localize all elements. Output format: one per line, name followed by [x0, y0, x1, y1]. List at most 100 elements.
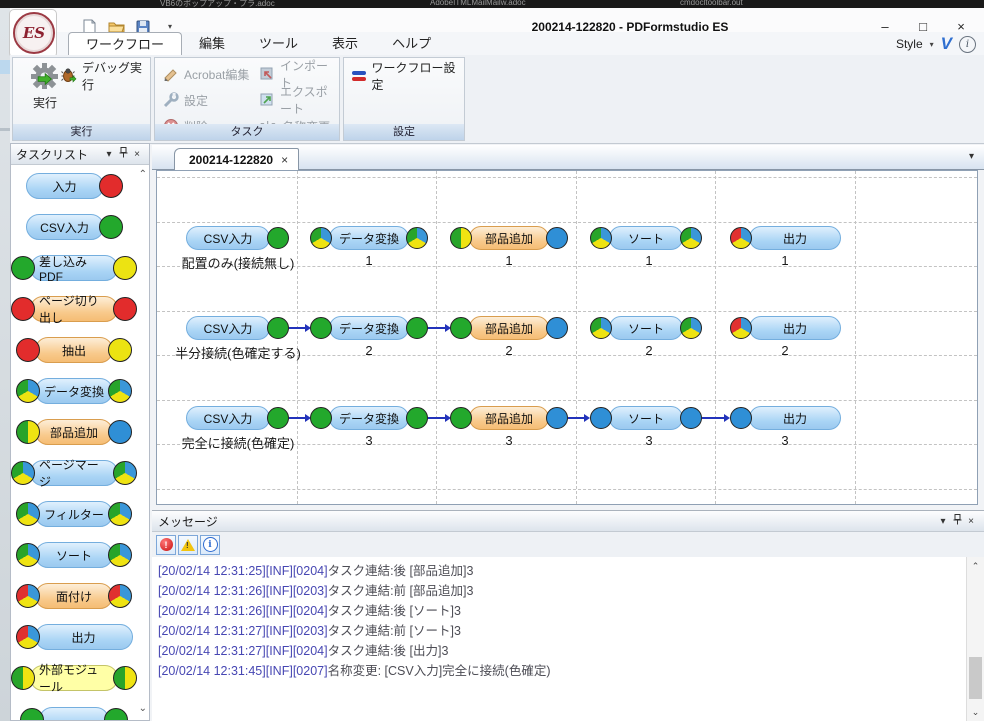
connection-arrow[interactable] — [568, 417, 584, 419]
tab-edit[interactable]: 編集 — [182, 32, 242, 55]
task-item-add-parts[interactable]: 部品追加 — [11, 418, 137, 446]
scrollbar-thumb[interactable] — [969, 657, 982, 699]
import-button[interactable]: インポート — [259, 64, 339, 84]
task-item-page-extract[interactable]: ページ切り出し — [11, 295, 137, 323]
filter-info-button[interactable]: i — [200, 535, 220, 555]
connector-in-icon[interactable] — [730, 407, 752, 429]
task-item-output[interactable]: 出力 — [11, 623, 137, 651]
task-item-page-merge[interactable]: ページマージ — [11, 459, 137, 487]
pin-icon[interactable] — [950, 514, 964, 528]
debug-run-button[interactable]: デバッグ実行 — [61, 66, 150, 86]
connector-in-icon[interactable] — [450, 227, 472, 249]
connector-in-icon[interactable] — [450, 407, 472, 429]
scroll-up-icon[interactable]: ⌃ — [967, 561, 984, 572]
workflow-node-add-parts[interactable]: 部品追加 1 — [450, 226, 568, 250]
workflow-settings-icon — [352, 71, 366, 81]
style-caret-icon[interactable]: ▾ — [930, 40, 934, 49]
connection-arrow[interactable] — [289, 417, 305, 419]
connector-in-icon[interactable] — [310, 227, 332, 249]
connector-out-icon[interactable] — [680, 317, 702, 339]
scroll-down-icon[interactable]: ⌄ — [139, 703, 147, 714]
filter-errors-button[interactable]: ! — [156, 535, 176, 555]
connector-icon — [16, 379, 40, 403]
workflow-node-csv-input[interactable]: CSV入力 完全に接続(色確定) — [186, 406, 289, 430]
workflow-node-output[interactable]: 出力 1 — [730, 226, 841, 250]
task-item-mail-merge-pdf[interactable]: 差し込みPDF — [11, 254, 137, 282]
workflow-node-data-convert[interactable]: データ変換 1 — [310, 226, 428, 250]
tab-help[interactable]: ヘルプ — [375, 32, 448, 55]
task-item-external-module[interactable]: 外部モジュール — [11, 664, 137, 692]
close-icon[interactable]: × — [130, 149, 144, 160]
workflow-node-csv-input[interactable]: CSV入力 半分接続(色確定する) — [186, 316, 289, 340]
connector-out-icon[interactable] — [546, 227, 568, 249]
connector-out-icon[interactable] — [406, 227, 428, 249]
export-button[interactable]: エクスポート — [259, 90, 339, 110]
acrobat-edit-button[interactable]: Acrobat編集 — [163, 64, 249, 84]
workflow-node-sort[interactable]: ソート 1 — [590, 226, 702, 250]
message-log[interactable]: [20/02/14 12:31:25][INF][0204]タスク連結:後 [部… — [152, 557, 966, 721]
tab-close-icon[interactable]: × — [281, 153, 288, 167]
connection-arrow[interactable] — [428, 417, 445, 419]
task-item-imposition[interactable]: 面付け — [11, 582, 137, 610]
connector-in-icon[interactable] — [730, 227, 752, 249]
chevron-down-icon[interactable]: ▾ — [102, 149, 116, 160]
connector-in-icon[interactable] — [310, 407, 332, 429]
connector-out-icon[interactable] — [680, 407, 702, 429]
task-item-data-convert[interactable]: データ変換 — [11, 377, 137, 405]
connector-in-icon[interactable] — [590, 407, 612, 429]
debug-run-label: デバッグ実行 — [82, 59, 150, 93]
task-item-extract[interactable]: 抽出 — [11, 336, 137, 364]
connector-in-icon[interactable] — [310, 317, 332, 339]
workflow-settings-button[interactable]: ワークフロー設定 — [352, 66, 464, 86]
workflow-node-csv-input[interactable]: CSV入力 配置のみ(接続無し) — [186, 226, 289, 250]
chevron-down-icon[interactable]: ▾ — [936, 516, 950, 527]
connector-in-icon[interactable] — [590, 227, 612, 249]
connector-out-icon[interactable] — [406, 317, 428, 339]
workflow-canvas[interactable]: CSV入力 配置のみ(接続無し) データ変換 1 部品追加 1 ソート 1 出力… — [156, 170, 978, 505]
background-tab-label: cmdocltoolbar.out — [680, 0, 743, 7]
workflow-node-add-parts[interactable]: 部品追加 3 — [450, 406, 568, 430]
connector-out-icon[interactable] — [546, 317, 568, 339]
workflow-node-data-convert[interactable]: データ変換 2 — [310, 316, 428, 340]
tab-tools[interactable]: ツール — [242, 32, 315, 55]
connection-arrow[interactable] — [428, 327, 445, 329]
task-item-input[interactable]: 入力 — [11, 172, 137, 200]
task-pill: 出力 — [35, 624, 133, 650]
connector-in-icon[interactable] — [730, 317, 752, 339]
app-logo[interactable]: ES — [13, 12, 55, 54]
info-icon[interactable]: i — [959, 36, 976, 53]
scroll-down-icon[interactable]: ⌄ — [967, 707, 984, 718]
tab-workflow[interactable]: ワークフロー — [68, 32, 182, 55]
connector-in-icon[interactable] — [590, 317, 612, 339]
pin-icon[interactable] — [116, 147, 130, 161]
document-tab[interactable]: 200214-122820 × — [174, 148, 299, 171]
task-item-sort[interactable]: ソート — [11, 541, 137, 569]
task-settings-button[interactable]: 設定 — [163, 90, 208, 110]
workflow-node-sort[interactable]: ソート 2 — [590, 316, 702, 340]
scroll-up-icon[interactable]: ⌃ — [139, 169, 147, 180]
tab-list-dropdown-icon[interactable]: ▾ — [969, 151, 974, 162]
close-icon[interactable]: × — [964, 516, 978, 527]
ribbon-group-run: 実行 デバッグ実行 実行 — [12, 57, 151, 141]
workflow-node-sort[interactable]: ソート 3 — [590, 406, 702, 430]
connector-out-icon[interactable] — [406, 407, 428, 429]
task-item-partial[interactable] — [11, 706, 137, 720]
connection-arrow[interactable] — [289, 327, 305, 329]
task-item-filter[interactable]: フィルター — [11, 500, 137, 528]
connector-out-icon[interactable] — [546, 407, 568, 429]
task-item-csv-input[interactable]: CSV入力 — [11, 213, 137, 241]
tab-view[interactable]: 表示 — [315, 32, 375, 55]
message-scrollbar[interactable]: ⌃ ⌄ — [966, 557, 984, 721]
connector-out-icon[interactable] — [267, 227, 289, 249]
connector-out-icon[interactable] — [267, 407, 289, 429]
workflow-node-output[interactable]: 出力 2 — [730, 316, 841, 340]
workflow-node-data-convert[interactable]: データ変換 3 — [310, 406, 428, 430]
style-selector[interactable]: Style — [896, 37, 923, 51]
workflow-node-add-parts[interactable]: 部品追加 2 — [450, 316, 568, 340]
connector-out-icon[interactable] — [267, 317, 289, 339]
connector-in-icon[interactable] — [450, 317, 472, 339]
connector-out-icon[interactable] — [680, 227, 702, 249]
connection-arrow[interactable] — [702, 417, 724, 419]
filter-warnings-button[interactable]: ! — [178, 535, 198, 555]
workflow-node-output[interactable]: 出力 3 — [730, 406, 841, 430]
